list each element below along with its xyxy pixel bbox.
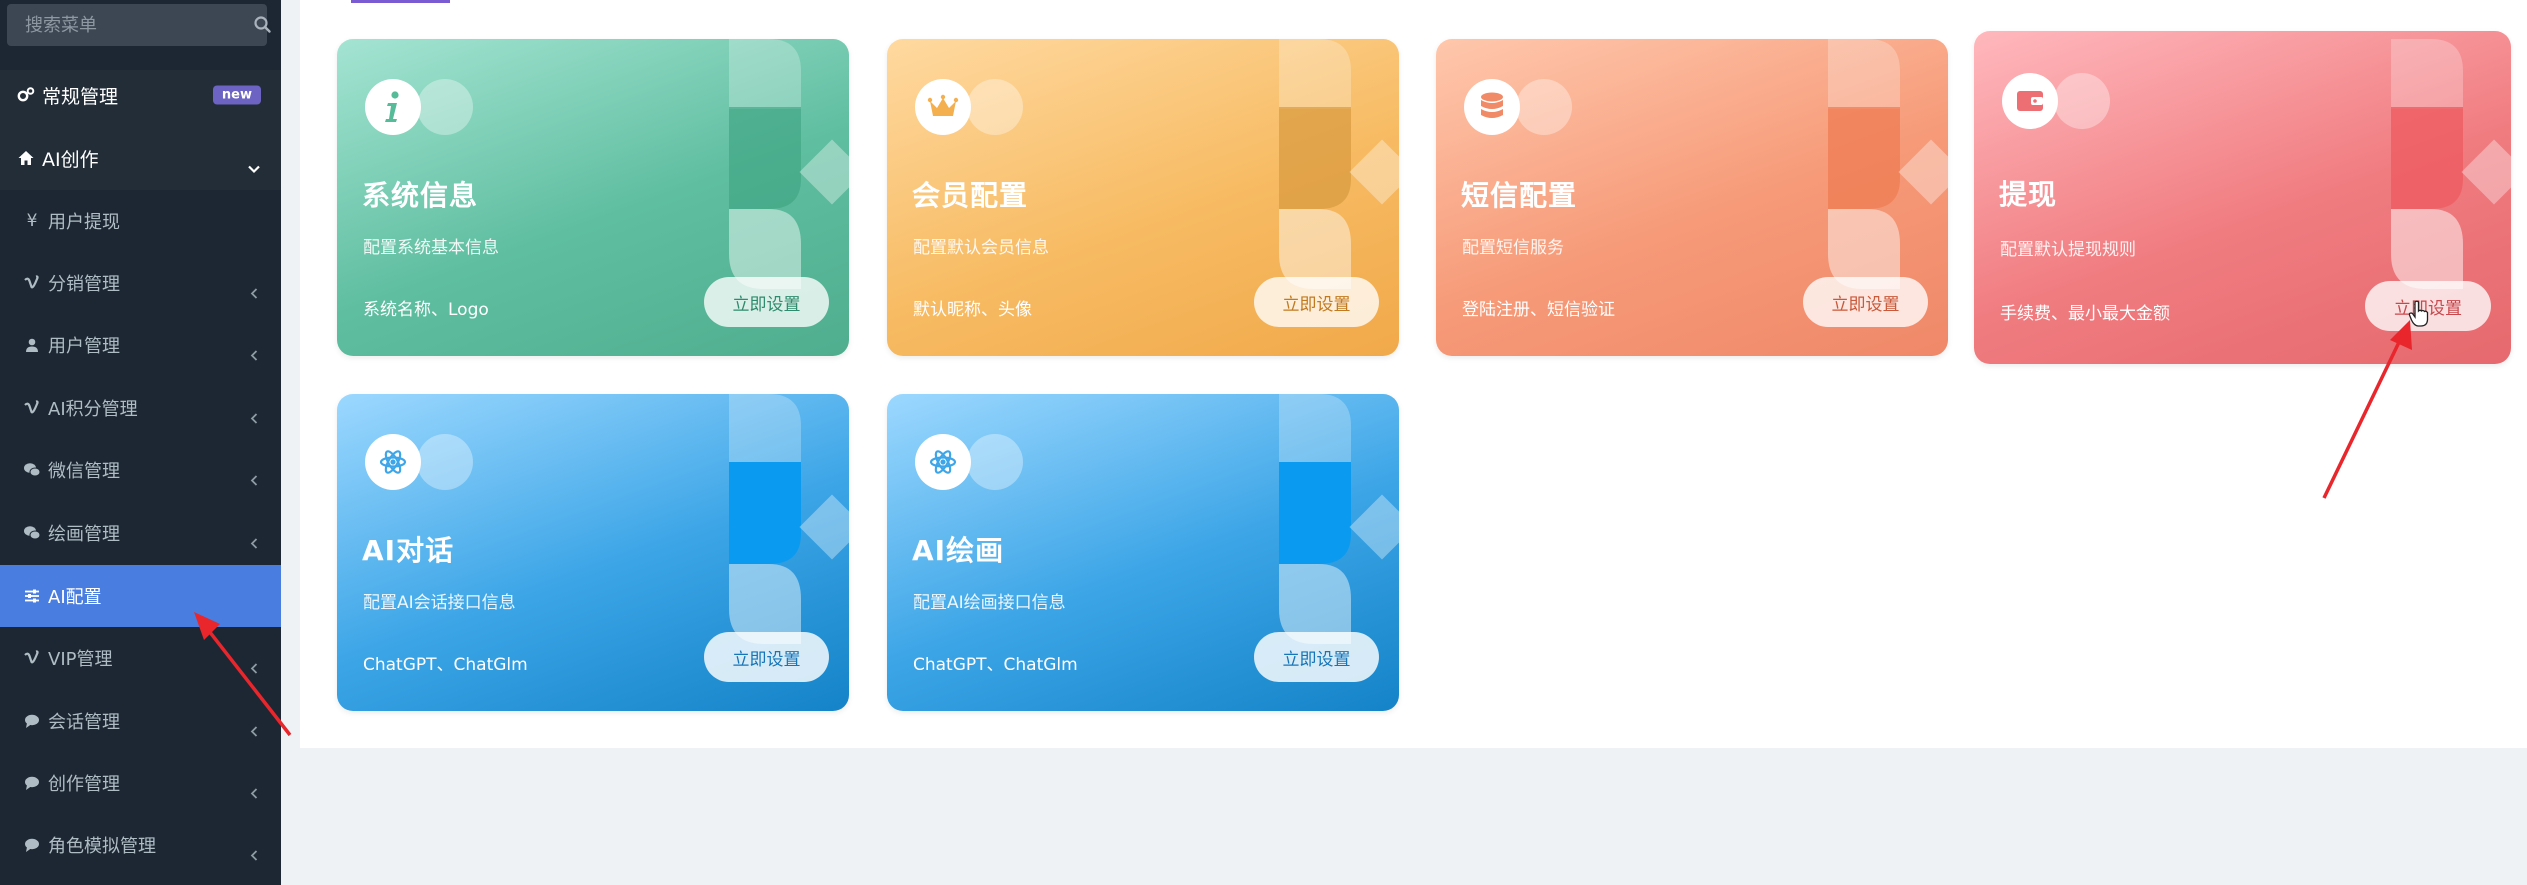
sidebar-item-ai-create[interactable]: AI创作 [0, 127, 281, 189]
vimeo-icon [22, 398, 42, 418]
sidebar-item-general[interactable]: 常规管理 new [0, 64, 281, 126]
chevron-left-icon [247, 659, 261, 674]
atom-icon [378, 447, 408, 477]
sidebar-item-withdraw[interactable]: ¥ 用户提现 [0, 190, 281, 252]
wechat-icon [22, 460, 42, 480]
card-description: 配置短信服务 [1462, 238, 1564, 258]
card-sms-config: 短信配置 配置短信服务 登陆注册、短信验证 立即设置 [1436, 39, 1948, 356]
sidebar-item-conversations[interactable]: 会话管理 [0, 690, 281, 752]
comment-icon [22, 711, 42, 731]
comment-icon [22, 773, 42, 793]
sidebar-item-label: 常规管理 [42, 85, 119, 108]
yen-icon: ¥ [26, 211, 38, 231]
sidebar-item-label: AI积分管理 [48, 399, 138, 420]
card-title: 提现 [1999, 178, 2058, 211]
card-icon-group [2000, 71, 2110, 131]
card-tags: ChatGPT、ChatGlm [363, 655, 528, 675]
chevron-left-icon [247, 722, 261, 737]
crown-icon [927, 93, 959, 121]
sidebar-item-role-play[interactable]: 角色模拟管理 [0, 814, 281, 876]
card-title: 短信配置 [1461, 179, 1578, 212]
sidebar-item-label: 分销管理 [48, 274, 120, 295]
card-ai-chat: AI对话 配置AI会话接口信息 ChatGPT、ChatGlm 立即设置 [337, 394, 849, 711]
card-ai-drawing: AI绘画 配置AI绘画接口信息 ChatGPT、ChatGlm 立即设置 [887, 394, 1399, 711]
sidebar-item-creation[interactable]: 创作管理 [0, 752, 281, 814]
card-tags: 默认昵称、头像 [913, 300, 1032, 320]
sidebar-item-label: 微信管理 [48, 461, 120, 482]
search-box [7, 4, 271, 46]
sidebar-item-vip[interactable]: VIP管理 [0, 627, 281, 689]
search-input[interactable] [23, 13, 252, 37]
card-description: 配置AI会话接口信息 [363, 593, 516, 613]
chevron-left-icon [247, 846, 261, 861]
setup-now-button[interactable]: 立即设置 [1254, 632, 1379, 682]
sidebar-item-label: 创作管理 [48, 774, 120, 795]
setup-now-button[interactable]: 立即设置 [704, 632, 829, 682]
user-icon [22, 335, 42, 355]
sidebar-item-label: 角色模拟管理 [48, 836, 156, 857]
cogs-icon [16, 85, 36, 105]
sidebar-item-distribution[interactable]: 分销管理 [0, 252, 281, 314]
database-icon [1479, 91, 1505, 123]
card-title: 系统信息 [362, 179, 479, 212]
card-title: 会员配置 [912, 179, 1029, 212]
search-icon[interactable] [252, 14, 274, 36]
vimeo-icon [22, 648, 42, 668]
home-icon [16, 148, 36, 168]
sidebar-item-ai-config[interactable]: AI配置 [0, 565, 281, 627]
sidebar-item-label: 会话管理 [48, 712, 120, 733]
comment-icon [22, 835, 42, 855]
card-description: 配置默认提现规则 [2000, 240, 2136, 260]
card-description: 配置AI绘画接口信息 [913, 593, 1066, 613]
chevron-left-icon [247, 346, 261, 361]
card-description: 配置默认会员信息 [913, 238, 1049, 258]
sidebar: 常规管理 new AI创作 ¥ 用户提现 分销管理 用户管理 AI积分管理 微信… [0, 0, 281, 885]
wechat-icon [22, 523, 42, 543]
card-tags: 登陆注册、短信验证 [1462, 300, 1615, 320]
sidebar-item-label: AI配置 [48, 587, 102, 608]
sidebar-item-label: VIP管理 [48, 649, 113, 670]
card-description: 配置系统基本信息 [363, 238, 499, 258]
chevron-left-icon [247, 784, 261, 799]
tab-active-indicator [351, 0, 450, 3]
card-withdrawal: 提现 配置默认提现规则 手续费、最小最大金额 立即设置 [1974, 31, 2511, 364]
chevron-left-icon [247, 409, 261, 424]
card-icon-group [363, 432, 473, 492]
info-icon [379, 89, 407, 125]
sidebar-item-label: 绘画管理 [48, 524, 120, 545]
card-icon-group [913, 77, 1023, 137]
card-tags: 手续费、最小最大金额 [2000, 304, 2170, 324]
chevron-left-icon [247, 471, 261, 486]
chevron-left-icon [247, 284, 261, 299]
sidebar-item-wechat[interactable]: 微信管理 [0, 439, 281, 501]
card-tags: ChatGPT、ChatGlm [913, 655, 1078, 675]
chevron-down-icon [247, 159, 261, 174]
card-tags: 系统名称、Logo [363, 300, 489, 320]
card-title: AI绘画 [912, 534, 1005, 567]
setup-now-button[interactable]: 立即设置 [704, 277, 829, 327]
card-title: AI对话 [362, 534, 455, 567]
card-icon-group [913, 432, 1023, 492]
sidebar-item-drawing[interactable]: 绘画管理 [0, 502, 281, 564]
sidebar-item-label: 用户管理 [48, 336, 120, 357]
chevron-left-icon [247, 534, 261, 549]
setup-now-button[interactable]: 立即设置 [1254, 277, 1379, 327]
card-system-info: 系统信息 配置系统基本信息 系统名称、Logo 立即设置 [337, 39, 849, 356]
sidebar-item-users[interactable]: 用户管理 [0, 314, 281, 376]
new-badge: new [212, 85, 261, 105]
wallet-icon [2016, 89, 2044, 113]
card-member-config: 会员配置 配置默认会员信息 默认昵称、头像 立即设置 [887, 39, 1399, 356]
setup-now-button[interactable]: 立即设置 [2365, 281, 2491, 331]
sidebar-item-ai-points[interactable]: AI积分管理 [0, 377, 281, 439]
card-icon-group [363, 77, 473, 137]
sidebar-item-label: 用户提现 [48, 212, 120, 233]
setup-now-button[interactable]: 立即设置 [1803, 277, 1928, 327]
sliders-icon [22, 586, 42, 606]
sidebar-item-label: AI创作 [42, 148, 99, 171]
atom-icon [928, 447, 958, 477]
vimeo-icon [22, 273, 42, 293]
card-icon-group [1462, 77, 1572, 137]
